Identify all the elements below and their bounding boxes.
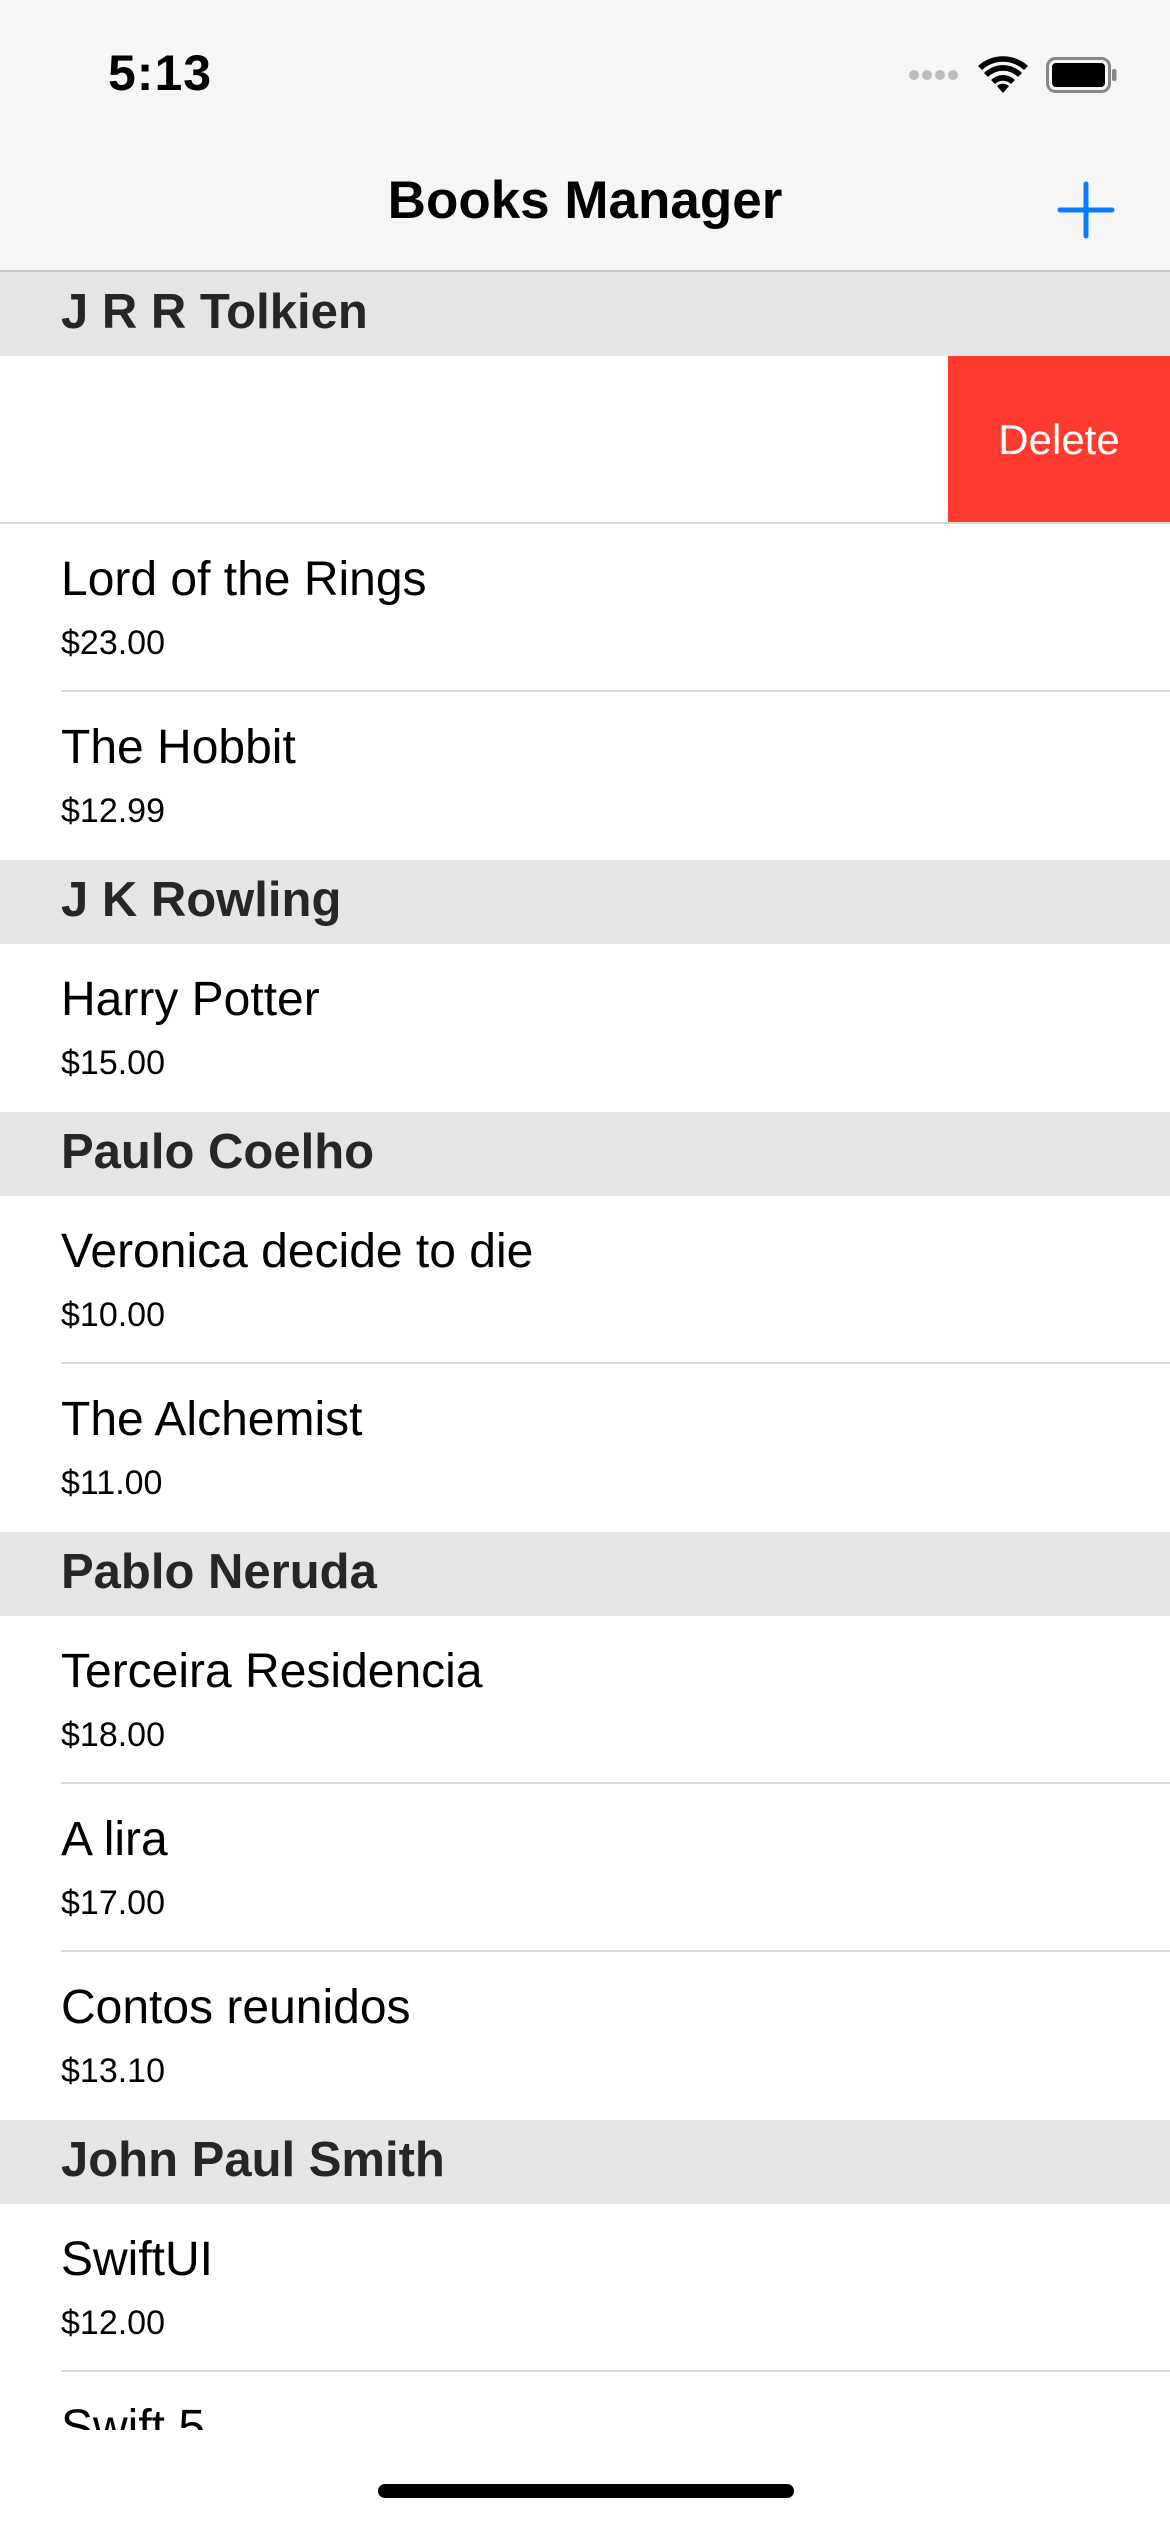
book-price: $10.00 [61,1296,165,1334]
book-price: $12.00 [61,2304,165,2342]
add-book-button[interactable] [1054,178,1118,242]
cellular-dots-icon [909,70,958,80]
home-indicator[interactable] [378,2484,794,2498]
book-row[interactable]: A lira $17.00 [0,1784,1170,1952]
book-price: $17.00 [61,1884,165,1922]
book-row[interactable]: Swift 5 [0,2372,1170,2430]
book-row[interactable]: The Alchemist $11.00 [0,1364,1170,1532]
book-price: $15.00 [61,1044,165,1082]
book-title: Lord of the Rings [61,553,427,606]
section-header: J K Rowling [0,860,1170,944]
page-title: Books Manager [387,171,783,230]
book-title: A lira [61,1813,168,1866]
status-icons [908,50,1118,100]
book-row[interactable]: The Hobbit $12.99 [0,692,1170,860]
delete-button-label: Delete [998,416,1120,463]
book-title: Terceira Residencia [61,1645,483,1698]
section-header: Pablo Neruda [0,1532,1170,1616]
book-title: Swift 5 [61,2401,206,2430]
book-price: $13.10 [61,2052,165,2090]
book-title: The Alchemist [61,1393,363,1446]
bottom-safe-area [0,2430,1170,2532]
section-header-title: John Paul Smith [61,2133,445,2187]
book-row[interactable]: SwiftUI $12.00 [0,2204,1170,2372]
section-header-title: Pablo Neruda [61,1545,377,1599]
section-header: Paulo Coelho [0,1112,1170,1196]
book-price: $12.99 [61,792,165,830]
book-title: SwiftUI [61,2233,214,2286]
book-row[interactable]: Lord of the Rings $23.00 [0,524,1170,692]
book-price: $18.00 [61,1716,165,1754]
book-title: Contos reunidos [61,1981,411,2034]
section-header-title: J R R Tolkien [61,285,368,339]
book-row[interactable]: Terceira Residencia $18.00 [0,1616,1170,1784]
book-title: Veronica decide to die [61,1225,534,1278]
delete-button[interactable]: Delete [948,356,1170,524]
book-title: Harry Potter [61,973,320,1026]
row-content[interactable]: wers [0,356,937,524]
battery-icon [1046,57,1117,93]
status-time: 5:13 [108,45,213,101]
section-header: John Paul Smith [0,2120,1170,2204]
section-header-title: J K Rowling [61,873,342,927]
book-title: The Hobbit [61,721,296,774]
book-price: $23.00 [61,624,165,662]
books-list[interactable]: J R R Tolkien wers Delete Lord of the Ri… [0,272,1170,2430]
book-row[interactable]: Contos reunidos $13.10 [0,1952,1170,2120]
section-header-title: Paulo Coelho [61,1125,375,1179]
books-manager-screen: 5:13 Books Manager J R R Tolkien Delete … [0,0,1170,2532]
section-header: J R R Tolkien [0,272,1170,356]
book-row[interactable]: Veronica decide to die $10.00 [0,1196,1170,1364]
book-row-swiped[interactable]: wers Delete [0,356,1170,524]
book-row[interactable]: Harry Potter $15.00 [0,944,1170,1112]
navigation-bar: 5:13 Books Manager [0,0,1170,272]
wifi-icon [978,56,1028,93]
book-price: $11.00 [61,1464,163,1502]
plus-icon [1057,181,1115,239]
